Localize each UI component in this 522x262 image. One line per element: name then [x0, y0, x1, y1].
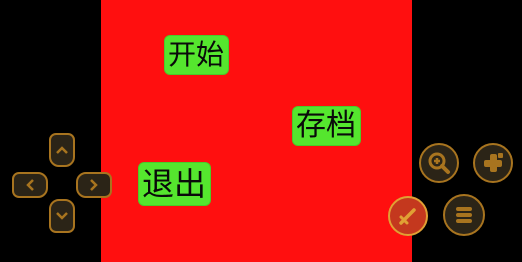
- dpad-up-button[interactable]: [49, 133, 75, 167]
- dpad-left-button[interactable]: [12, 172, 48, 198]
- chevron-right-icon: [90, 179, 98, 191]
- zoom-button[interactable]: [419, 143, 459, 183]
- chevron-up-icon: [56, 146, 68, 154]
- game-viewport: 开始 存档 退出: [0, 0, 522, 262]
- sword-icon: [399, 208, 416, 225]
- chevron-down-icon: [56, 212, 68, 220]
- dpad-down-button[interactable]: [49, 199, 75, 233]
- menu-icon: [456, 207, 472, 223]
- game-screen: [101, 0, 412, 262]
- save-menu-item[interactable]: 存档: [293, 107, 360, 145]
- plus-icon: [484, 153, 503, 172]
- add-button[interactable]: [473, 143, 513, 183]
- start-menu-item[interactable]: 开始: [165, 36, 229, 74]
- zoom-in-icon: [428, 152, 450, 174]
- dpad-right-button[interactable]: [76, 172, 112, 198]
- menu-button[interactable]: [443, 194, 485, 236]
- exit-menu-item[interactable]: 退出: [139, 163, 211, 205]
- chevron-left-icon: [26, 179, 34, 191]
- attack-button[interactable]: [388, 196, 428, 236]
